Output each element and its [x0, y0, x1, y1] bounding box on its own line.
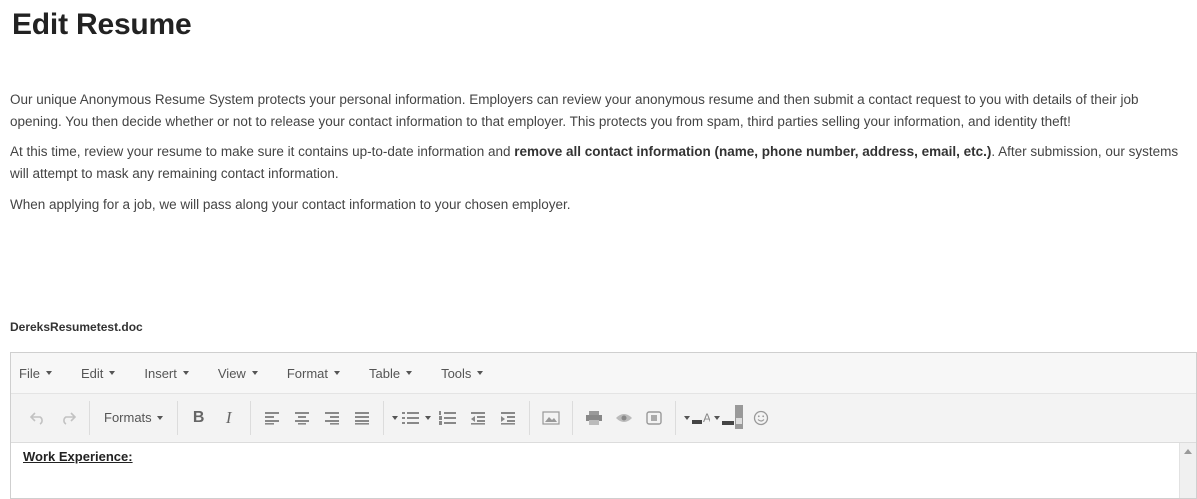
misc-group — [573, 400, 676, 435]
align-right-icon[interactable] — [319, 405, 345, 431]
formats-dropdown[interactable]: Formats — [98, 405, 169, 431]
intro-text: Our unique Anonymous Resume System prote… — [10, 89, 1188, 226]
numbered-list-icon[interactable] — [435, 405, 461, 431]
menu-table[interactable]: Table — [369, 365, 413, 381]
menu-edit-label: Edit — [80, 365, 104, 381]
insert-group — [530, 400, 573, 435]
caret-down-icon — [251, 371, 258, 375]
intro-paragraph-1: Our unique Anonymous Resume System prote… — [10, 92, 1139, 129]
bold-icon[interactable]: B — [186, 405, 212, 431]
list-group — [384, 400, 530, 435]
menu-format-label: Format — [286, 365, 328, 381]
menu-edit[interactable]: Edit — [80, 365, 116, 381]
alignment-group — [251, 400, 384, 435]
editor-content-area[interactable]: Work Experience: — [11, 442, 1196, 498]
menu-table-label: Table — [369, 365, 401, 381]
caret-down-icon — [182, 371, 189, 375]
menu-file-label: File — [19, 365, 40, 381]
align-center-icon[interactable] — [289, 405, 315, 431]
menu-format[interactable]: Format — [287, 366, 340, 381]
outdent-icon[interactable] — [465, 405, 491, 431]
caret-down-icon — [391, 415, 398, 420]
rich-text-editor: File Edit Insert View Format Table Tools… — [10, 352, 1197, 499]
caret-down-icon — [109, 371, 116, 375]
emoticon-icon[interactable] — [748, 405, 774, 431]
align-justify-icon[interactable] — [349, 405, 375, 431]
indent-icon[interactable] — [495, 405, 521, 431]
menu-view[interactable]: View — [218, 366, 258, 381]
undo-icon[interactable] — [25, 405, 51, 431]
menu-view-label: View — [217, 365, 246, 381]
history-group — [17, 400, 90, 435]
resume-filename: DereksResumetest.doc — [10, 320, 143, 334]
intro-paragraph-3: When applying for a job, we will pass al… — [10, 197, 571, 212]
align-left-icon[interactable] — [259, 405, 285, 431]
preview-icon[interactable] — [611, 405, 637, 431]
media-icon[interactable] — [641, 405, 667, 431]
caret-down-icon — [334, 371, 340, 375]
background-color-icon[interactable] — [713, 404, 744, 431]
caret-down-icon — [156, 415, 163, 420]
formats-group: Formats — [90, 400, 178, 435]
caret-down-icon — [45, 371, 52, 375]
editor-toolbar: Formats B I A — [11, 393, 1196, 441]
caret-down-icon — [713, 415, 720, 420]
caret-down-icon — [406, 371, 413, 375]
menu-insert[interactable]: Insert — [144, 366, 189, 381]
menu-file[interactable]: File — [19, 366, 52, 381]
svg-text:A: A — [703, 411, 710, 425]
caret-down-icon — [477, 371, 484, 375]
bullet-list-icon[interactable] — [391, 405, 431, 431]
work-experience-heading: Work Experience: — [23, 449, 133, 464]
page-title: Edit Resume — [12, 8, 192, 41]
formats-label: Formats — [104, 410, 152, 425]
intro-paragraph-2-lead: At this time, review your resume to make… — [10, 144, 515, 159]
editor-menubar: File Edit Insert View Format Table Tools — [11, 353, 1196, 393]
caret-down-icon — [683, 415, 690, 420]
menu-tools[interactable]: Tools — [441, 365, 484, 381]
menu-tools-label: Tools — [441, 365, 472, 381]
scroll-up-icon[interactable] — [1184, 449, 1192, 454]
caret-down-icon — [424, 415, 431, 420]
color-group: A — [676, 401, 782, 435]
contact-warning-text: remove all contact information (name, ph… — [514, 144, 992, 159]
text-color-icon[interactable]: A — [683, 405, 710, 431]
intro-paragraph-2: At this time, review your resume to make… — [10, 141, 1188, 185]
redo-icon[interactable] — [55, 405, 81, 431]
italic-icon[interactable]: I — [216, 405, 242, 431]
editor-scrollbar[interactable] — [1179, 443, 1196, 498]
print-icon[interactable] — [581, 405, 607, 431]
image-icon[interactable] — [538, 405, 564, 431]
text-style-group: B I — [178, 400, 251, 435]
menu-insert-label: Insert — [144, 365, 177, 381]
